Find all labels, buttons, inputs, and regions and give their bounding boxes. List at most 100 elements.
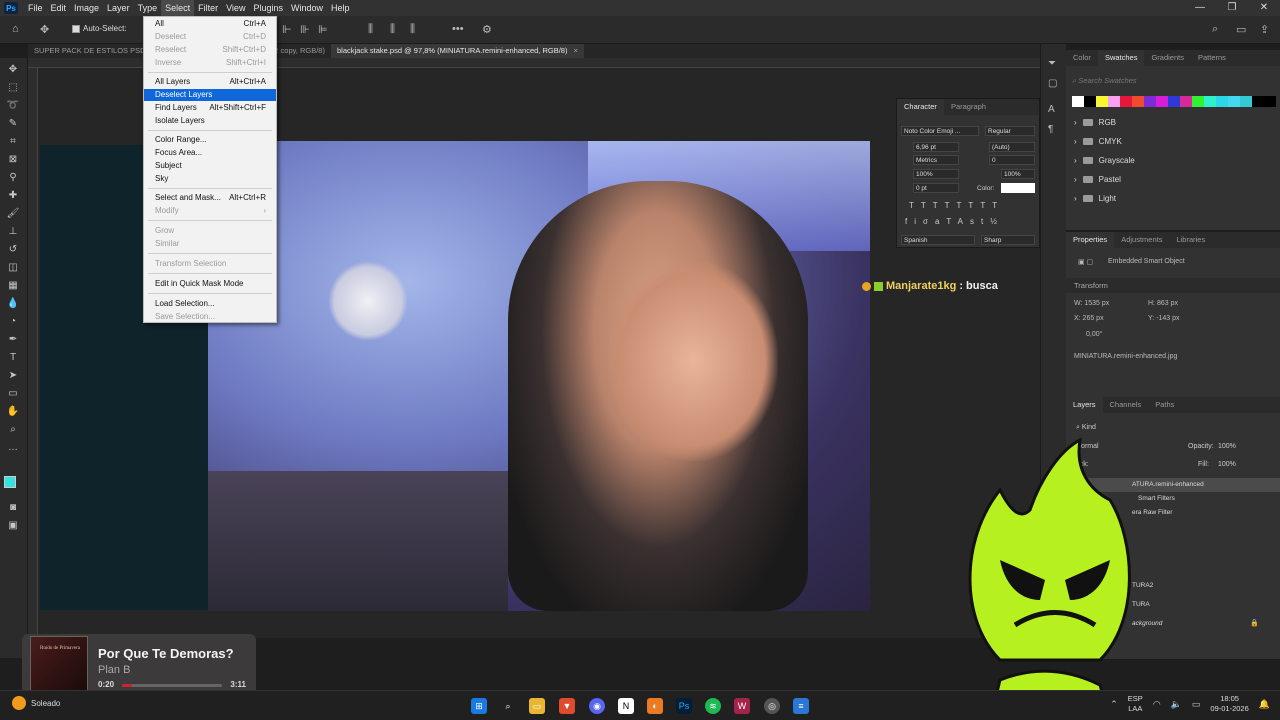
path-select-tool-icon[interactable]: ➤ — [6, 370, 20, 382]
weather-widget[interactable]: Soleado — [12, 696, 60, 710]
font-style-select[interactable]: Regular — [985, 126, 1035, 136]
menu-item-isolate-layers[interactable]: Isolate Layers — [144, 115, 276, 127]
tab-libraries[interactable]: Libraries — [1169, 232, 1212, 248]
quick-mask-icon[interactable]: ◙ — [6, 502, 20, 514]
opacity-field[interactable]: 100% — [1218, 443, 1236, 450]
photoshop-icon[interactable]: Ps — [676, 698, 692, 714]
tab-paths[interactable]: Paths — [1148, 397, 1181, 413]
minimize-icon[interactable]: — — [1184, 0, 1216, 16]
close-icon[interactable]: ✕ — [1248, 0, 1280, 16]
align-center-icon[interactable]: ⊪ — [300, 23, 310, 36]
color-swatch[interactable] — [1096, 96, 1108, 107]
width-field[interactable]: W: 1535 px — [1074, 300, 1109, 307]
leading-field[interactable]: (Auto) — [989, 142, 1035, 152]
folder-pastel[interactable]: › Pastel — [1074, 175, 1121, 184]
type-tool-icon[interactable]: T — [6, 352, 20, 364]
menu-item-grow[interactable]: Grow — [144, 225, 276, 237]
menu-image[interactable]: Image — [70, 0, 103, 16]
menu-item-similar[interactable]: Similar — [144, 238, 276, 250]
color-swatch[interactable] — [1228, 96, 1240, 107]
start-icon[interactable]: ⊞ — [471, 698, 487, 714]
folder-light[interactable]: › Light — [1074, 194, 1116, 203]
menu-item-focus-area[interactable]: Focus Area... — [144, 147, 276, 159]
menu-item-quick-mask[interactable]: Edit in Quick Mask Mode — [144, 278, 276, 290]
dodge-tool-icon[interactable]: ◔ — [6, 316, 20, 328]
menu-item-deselect[interactable]: Deselect Ctrl+D — [144, 31, 276, 43]
file-explorer-icon[interactable]: ▭ — [529, 698, 545, 714]
menu-filter[interactable]: Filter — [194, 0, 222, 16]
tab-layers[interactable]: Layers — [1066, 397, 1103, 413]
stamp-tool-icon[interactable]: ⊥ — [6, 226, 20, 238]
tab-adjustments[interactable]: Adjustments — [1114, 232, 1169, 248]
brave-icon[interactable]: ▼ — [559, 698, 575, 714]
distribute-icon[interactable]: ⫼ — [368, 23, 373, 36]
color-swatch[interactable] — [1084, 96, 1096, 107]
color-swatch[interactable] — [1072, 96, 1084, 107]
progress-bar[interactable] — [122, 684, 222, 687]
menu-item-save-selection[interactable]: Save Selection... — [144, 311, 276, 323]
maximize-icon[interactable]: ❐ — [1216, 0, 1248, 16]
color-swatch[interactable] — [1204, 96, 1216, 107]
character-panel-icon[interactable]: A — [1048, 104, 1055, 115]
pen-tool-icon[interactable]: ✒ — [6, 334, 20, 346]
kerning-field[interactable]: Metrics — [913, 155, 959, 165]
eraser-tool-icon[interactable]: ◫ — [6, 262, 20, 274]
baseline-shift-field[interactable]: 0 pt — [913, 183, 959, 193]
font-size-field[interactable]: 6,96 pt — [913, 142, 959, 152]
color-swatch[interactable] — [1156, 96, 1168, 107]
tab-channels[interactable]: Channels — [1103, 397, 1149, 413]
fill-field[interactable]: 100% — [1218, 461, 1236, 468]
font-family-select[interactable]: Noto Color Emoji ... — [901, 126, 979, 136]
menu-item-color-range[interactable]: Color Range... — [144, 134, 276, 146]
menu-type[interactable]: Type — [134, 0, 162, 16]
menu-item-load-selection[interactable]: Load Selection... — [144, 298, 276, 310]
gradient-tool-icon[interactable]: ▦ — [6, 280, 20, 292]
menu-edit[interactable]: Edit — [47, 0, 71, 16]
opentype-buttons[interactable]: fiσaTAst½ — [905, 217, 1004, 226]
color-swatch[interactable] — [1168, 96, 1180, 107]
text-style-buttons[interactable]: TTTTTTTT — [909, 201, 1004, 210]
lasso-tool-icon[interactable]: ➰ — [6, 100, 20, 112]
color-swatch[interactable] — [1216, 96, 1228, 107]
search-icon[interactable]: ⌕ — [500, 698, 516, 714]
tab-properties[interactable]: Properties — [1066, 232, 1115, 248]
paragraph-panel-icon[interactable]: ¶ — [1048, 124, 1053, 135]
height-field[interactable]: H: 863 px — [1148, 300, 1178, 307]
search-icon[interactable]: ⌕ — [1212, 23, 1218, 36]
more-options-icon[interactable]: ••• — [452, 23, 464, 35]
x-field[interactable]: X: 265 px — [1074, 315, 1104, 322]
crop-tool-icon[interactable]: ⌗ — [6, 136, 20, 148]
menu-view[interactable]: View — [222, 0, 249, 16]
tab-color[interactable]: Color — [1066, 50, 1098, 66]
color-swatch[interactable] — [1132, 96, 1144, 107]
angle-field[interactable]: 0,00° — [1086, 331, 1102, 338]
frame-tool-icon[interactable]: ⊠ — [6, 154, 20, 166]
comment-panel-icon[interactable]: ▢ — [1048, 78, 1057, 89]
tracking-field[interactable]: 0 — [989, 155, 1035, 165]
spotify-icon[interactable]: ≋ — [705, 698, 721, 714]
distribute-center-icon[interactable]: ⫼ — [390, 23, 395, 36]
app-icon[interactable]: W — [734, 698, 750, 714]
healing-tool-icon[interactable]: ✚ — [6, 190, 20, 202]
home-icon[interactable]: ⌂ — [12, 23, 19, 35]
screen-mode-icon[interactable]: ▣ — [6, 520, 20, 532]
menu-plugins[interactable]: Plugins — [249, 0, 287, 16]
blur-tool-icon[interactable]: 💧 — [6, 298, 20, 310]
gear-icon[interactable]: ⚙ — [482, 23, 492, 36]
align-right-icon[interactable]: ⊫ — [318, 23, 328, 36]
menu-item-all[interactable]: All Ctrl+A — [144, 18, 276, 30]
canvas-image[interactable] — [208, 141, 870, 611]
shape-tool-icon[interactable]: ▭ — [6, 388, 20, 400]
menu-layer[interactable]: Layer — [103, 0, 134, 16]
menu-item-select-and-mask[interactable]: Select and Mask... Alt+Ctrl+R — [144, 192, 276, 204]
tab-swatches[interactable]: Swatches — [1097, 50, 1145, 66]
color-swatch[interactable] — [1192, 96, 1204, 107]
color-swatch[interactable] — [1252, 96, 1264, 107]
chrome-icon[interactable]: ◎ — [764, 698, 780, 714]
folder-cmyk[interactable]: › CMYK — [1074, 137, 1122, 146]
notion-icon[interactable]: N — [618, 698, 634, 714]
anti-alias-select[interactable]: Sharp — [981, 235, 1035, 245]
folder-rgb[interactable]: › RGB — [1074, 118, 1116, 127]
color-swatch[interactable] — [1120, 96, 1132, 107]
color-swatch[interactable] — [1144, 96, 1156, 107]
